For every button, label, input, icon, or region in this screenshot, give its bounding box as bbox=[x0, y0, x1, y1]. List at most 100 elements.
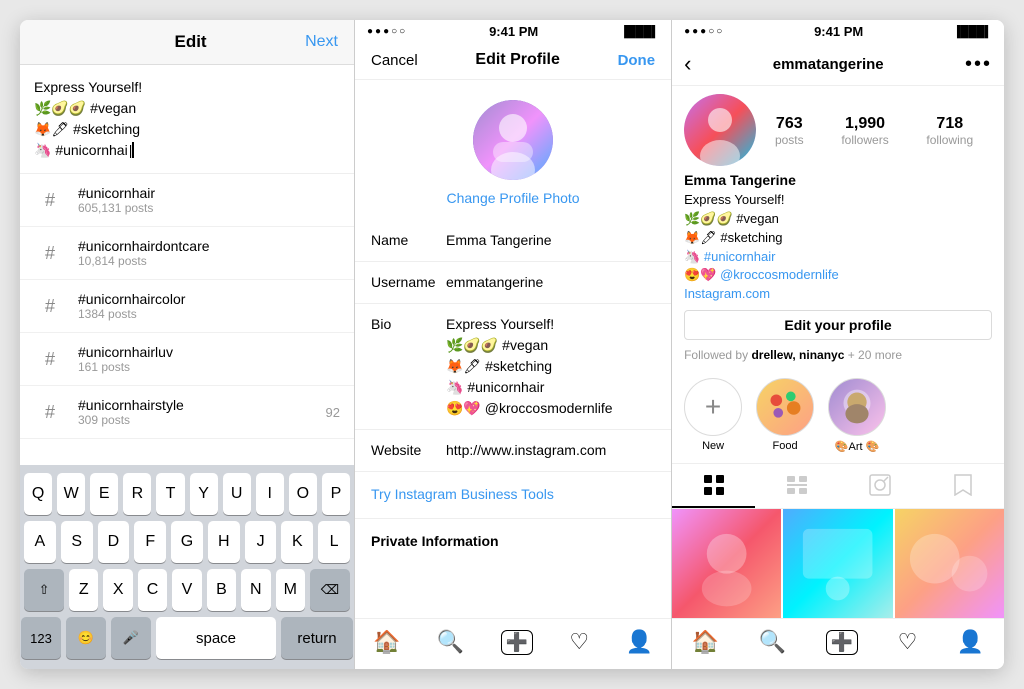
hashtag-info: #unicornhairdontcare 10,814 posts bbox=[78, 238, 340, 268]
highlight-art[interactable]: 🎨Art 🎨 bbox=[828, 378, 886, 453]
key-f[interactable]: F bbox=[134, 521, 166, 563]
add-tab[interactable]: ➕ bbox=[501, 630, 533, 655]
key-k[interactable]: K bbox=[281, 521, 313, 563]
bio-line-3: 🦊🖊 #sketching bbox=[34, 119, 340, 140]
private-info-section: Private Information bbox=[355, 519, 671, 563]
key-e[interactable]: E bbox=[90, 473, 118, 515]
key-p[interactable]: P bbox=[322, 473, 350, 515]
search-tab[interactable]: 🔍 bbox=[437, 629, 464, 655]
key-a[interactable]: A bbox=[24, 521, 56, 563]
add-tab-3[interactable]: ➕ bbox=[826, 630, 858, 655]
grid-photo-3[interactable] bbox=[895, 509, 1004, 618]
key-l[interactable]: L bbox=[318, 521, 350, 563]
home-tab[interactable]: 🏠 bbox=[373, 629, 400, 655]
profile-top-row: 763 posts 1,990 followers 718 following bbox=[672, 86, 1004, 170]
key-o[interactable]: O bbox=[289, 473, 317, 515]
website-value[interactable]: http://www.instagram.com bbox=[446, 440, 655, 461]
following-label: following bbox=[926, 133, 973, 147]
hashtag-count: 161 posts bbox=[78, 360, 340, 374]
key-j[interactable]: J bbox=[245, 521, 277, 563]
likes-tab-3[interactable]: ♡ bbox=[898, 629, 918, 655]
hashtag-info: #unicornhairluv 161 posts bbox=[78, 344, 340, 374]
hashtag-info: #unicornhaircolor 1384 posts bbox=[78, 291, 340, 321]
profile-tab[interactable]: 👤 bbox=[625, 629, 652, 655]
hashtag-count: 1384 posts bbox=[78, 307, 340, 321]
highlight-food[interactable]: Food bbox=[756, 378, 814, 453]
username-value[interactable]: emmatangerine bbox=[446, 272, 655, 293]
list-item[interactable]: # #unicornhairluv 161 posts bbox=[20, 333, 354, 386]
tab-list[interactable] bbox=[755, 464, 838, 508]
next-button[interactable]: Next bbox=[305, 33, 338, 51]
shift-key[interactable]: ⇧ bbox=[24, 569, 64, 611]
profile-tab-3[interactable]: 👤 bbox=[957, 629, 984, 655]
space-key[interactable]: space bbox=[156, 617, 276, 659]
battery-icon-3: ▐███▌ bbox=[953, 26, 992, 38]
key-q[interactable]: Q bbox=[24, 473, 52, 515]
hashtag-count: 605,131 posts bbox=[78, 201, 340, 215]
list-item[interactable]: # #unicornhaircolor 1384 posts bbox=[20, 280, 354, 333]
delete-key[interactable]: ⌫ bbox=[310, 569, 350, 611]
return-key[interactable]: return bbox=[281, 617, 353, 659]
list-item[interactable]: # #unicornhairstyle 309 posts 92 bbox=[20, 386, 354, 439]
cancel-button[interactable]: Cancel bbox=[371, 52, 418, 69]
likes-tab[interactable]: ♡ bbox=[569, 629, 589, 655]
key-w[interactable]: W bbox=[57, 473, 85, 515]
business-tools-link[interactable]: Try Instagram Business Tools bbox=[355, 472, 671, 519]
key-m[interactable]: M bbox=[276, 569, 305, 611]
stat-followers[interactable]: 1,990 followers bbox=[841, 115, 888, 147]
edit-profile-header: Cancel Edit Profile Done bbox=[355, 43, 671, 80]
food-story-circle[interactable] bbox=[756, 378, 814, 436]
key-y[interactable]: Y bbox=[190, 473, 218, 515]
emoji-key[interactable]: 😊 bbox=[66, 617, 106, 659]
key-v[interactable]: V bbox=[172, 569, 201, 611]
bio-text-area[interactable]: Express Yourself! 🌿🥑🥑 #vegan 🦊🖊 #sketchi… bbox=[20, 65, 354, 174]
hashtag-number: 92 bbox=[326, 405, 340, 420]
name-label: Name bbox=[371, 230, 446, 248]
key-t[interactable]: T bbox=[156, 473, 184, 515]
art-story-circle[interactable] bbox=[828, 378, 886, 436]
num-key[interactable]: 123 bbox=[21, 617, 61, 659]
profile-tabs bbox=[672, 463, 1004, 509]
story-highlights: + New bbox=[672, 370, 1004, 463]
home-tab-3[interactable]: 🏠 bbox=[692, 629, 719, 655]
grid-photo-1[interactable] bbox=[672, 509, 781, 618]
key-c[interactable]: C bbox=[138, 569, 167, 611]
highlight-new-label: New bbox=[702, 440, 724, 452]
key-r[interactable]: R bbox=[123, 473, 151, 515]
list-item[interactable]: # #unicornhairdontcare 10,814 posts bbox=[20, 227, 354, 280]
tab-saved[interactable] bbox=[921, 464, 1004, 508]
tab-tagged[interactable] bbox=[838, 464, 921, 508]
key-i[interactable]: I bbox=[256, 473, 284, 515]
new-story-circle[interactable]: + bbox=[684, 378, 742, 436]
mic-key[interactable]: 🎤 bbox=[111, 617, 151, 659]
key-b[interactable]: B bbox=[207, 569, 236, 611]
more-options-button[interactable]: ••• bbox=[965, 53, 992, 76]
key-z[interactable]: Z bbox=[69, 569, 98, 611]
food-image bbox=[757, 378, 813, 436]
search-tab-3[interactable]: 🔍 bbox=[759, 629, 786, 655]
name-value[interactable]: Emma Tangerine bbox=[446, 230, 655, 251]
highlight-new[interactable]: + New bbox=[684, 378, 742, 453]
stat-following[interactable]: 718 following bbox=[926, 115, 973, 147]
edit-profile-button[interactable]: Edit your profile bbox=[684, 310, 992, 340]
key-d[interactable]: D bbox=[98, 521, 130, 563]
grid-photo-2[interactable] bbox=[783, 509, 892, 618]
signal-dots-3: ●●●○○ bbox=[684, 26, 724, 37]
key-n[interactable]: N bbox=[241, 569, 270, 611]
hashtag-name: #unicornhairdontcare bbox=[78, 238, 340, 254]
done-button[interactable]: Done bbox=[618, 52, 656, 69]
key-g[interactable]: G bbox=[171, 521, 203, 563]
tab-grid[interactable] bbox=[672, 464, 755, 508]
bio-label: Bio bbox=[371, 314, 446, 332]
hashtag-icon: # bbox=[34, 396, 66, 428]
profile-avatar bbox=[684, 94, 756, 166]
change-photo-button[interactable]: Change Profile Photo bbox=[446, 190, 579, 206]
key-h[interactable]: H bbox=[208, 521, 240, 563]
list-item[interactable]: # #unicornhair 605,131 posts bbox=[20, 174, 354, 227]
key-x[interactable]: X bbox=[103, 569, 132, 611]
bio-value[interactable]: Express Yourself! 🌿🥑🥑 #vegan 🦊🖊 #sketchi… bbox=[446, 314, 655, 419]
back-button[interactable]: ‹ bbox=[684, 51, 691, 77]
keyboard-bottom-row: 123 😊 🎤 space return bbox=[24, 617, 350, 659]
key-u[interactable]: U bbox=[223, 473, 251, 515]
key-s[interactable]: S bbox=[61, 521, 93, 563]
